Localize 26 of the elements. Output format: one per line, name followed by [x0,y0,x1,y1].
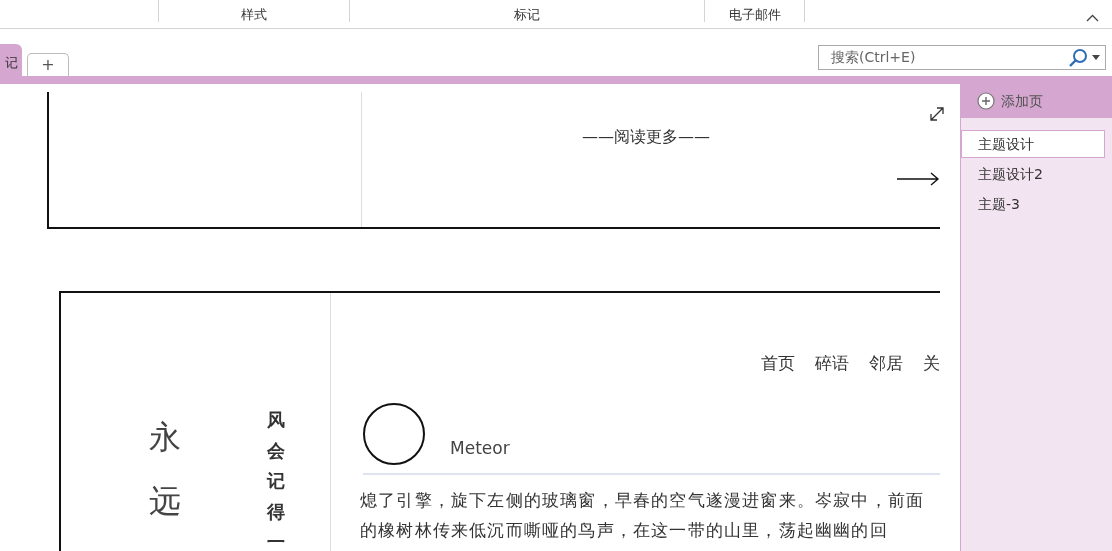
vertical-subtitle: 风会记得一 [267,408,285,551]
ribbon-group-label: 电子邮件 [728,7,781,22]
page-item[interactable]: 主题-3 [961,190,1105,218]
vertical-title: 永远 [149,417,181,522]
collapse-ribbon-icon[interactable] [1086,14,1099,22]
ribbon-group-label: 样式 [241,7,267,22]
nav-link[interactable]: 首页 [761,351,795,377]
page-item[interactable]: 主题设计2 [961,160,1105,188]
read-more-link[interactable]: ——阅读更多—— [582,127,710,146]
avatar-circle [363,402,425,465]
expand-icon[interactable] [929,106,945,122]
add-page-button[interactable]: 添加页 [961,84,1112,118]
nav-link[interactable]: 关 [923,351,940,377]
article-paragraph: 熄了引擎，旋下左侧的玻璃窗，早春的空气遂漫进窗来。岑寂中，前面的橡树林传来低沉而嘶哑的鸟声，在这一带的山里，荡起幽幽的回 [360,488,926,542]
add-tab-button[interactable]: + [27,53,69,76]
nav-link[interactable]: 邻居 [869,351,903,377]
nav-link[interactable]: 碎语 [815,351,849,377]
search-box[interactable]: 搜索(Ctrl+E) [818,45,1106,70]
dropdown-caret-icon[interactable] [1092,55,1100,60]
plus-circle-icon [977,92,995,110]
author-name: Meteor [450,437,510,460]
ribbon-group-label: 标记 [514,7,540,22]
arrow-icon[interactable] [896,172,940,186]
notebook-tab[interactable]: 记 [0,44,22,76]
search-icon[interactable] [1068,47,1088,68]
page-item[interactable]: 主题设计 [961,130,1105,158]
